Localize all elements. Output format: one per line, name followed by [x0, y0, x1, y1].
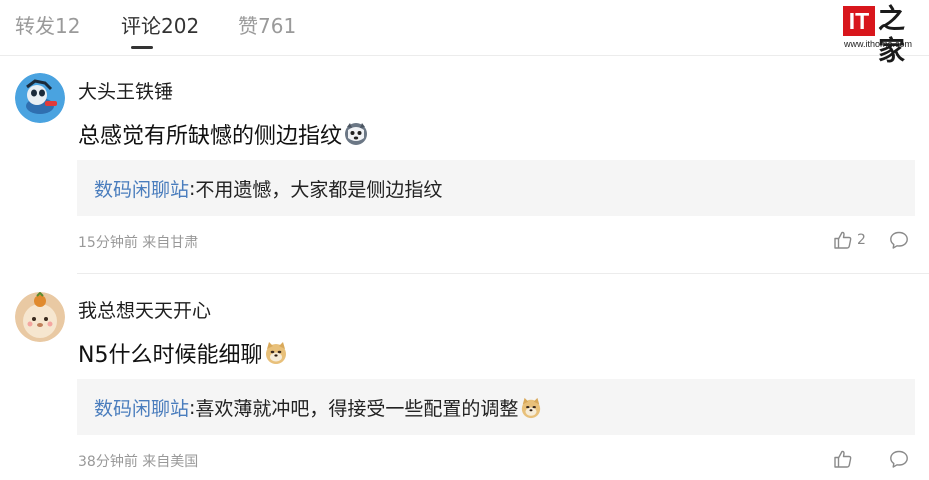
comment-meta: 38分钟前 来自美国	[78, 451, 198, 471]
comment-bubble-icon	[890, 450, 908, 468]
comment-actions: 2	[833, 230, 909, 250]
active-tab-indicator	[131, 46, 153, 49]
avatar[interactable]	[15, 73, 65, 123]
comment-bubble-icon	[890, 231, 908, 249]
username[interactable]: 我总想天天开心	[78, 296, 211, 323]
avatar-image-icon	[15, 292, 65, 342]
reply-box: 数码闲聊站 : 不用遗憾，大家都是侧边指纹	[77, 160, 915, 216]
thumbs-up-icon	[834, 450, 852, 468]
comment-text: N5什么时候能细聊	[78, 343, 263, 368]
like-count: 2	[857, 232, 866, 248]
tab-comments[interactable]: 评论202	[121, 10, 199, 39]
comment-location: 来自甘肃	[142, 235, 199, 251]
comment-tabs: 转发12 评论202 赞761 IT 之家 www.ithome.com	[0, 0, 929, 67]
tab-reposts[interactable]: 转发12	[15, 10, 80, 39]
comment-content: 总感觉有所缺憾的侧边指纹	[78, 118, 368, 150]
avatar-image-icon	[15, 73, 65, 123]
comment-actions	[833, 449, 909, 469]
comment-text: 总感觉有所缺憾的侧边指纹	[78, 124, 343, 149]
like-button[interactable]	[833, 449, 867, 469]
tab-likes[interactable]: 赞761	[238, 10, 296, 39]
doge-emoji-icon	[266, 342, 287, 364]
avatar[interactable]	[15, 292, 65, 342]
comment-time: 38分钟前	[78, 454, 138, 470]
like-button[interactable]: 2	[833, 230, 867, 250]
logo-mark: IT	[843, 6, 875, 36]
logo-url: www.ithome.com	[844, 39, 913, 49]
comment-location: 来自美国	[142, 454, 199, 470]
comment-time: 15分钟前	[78, 235, 138, 251]
husky-emoji-icon	[345, 123, 368, 145]
reply-box: 数码闲聊站 : 喜欢薄就冲吧，得接受一些配置的调整	[77, 379, 915, 435]
reply-text: 喜欢薄就冲吧，得接受一些配置的调整	[195, 398, 519, 420]
reply-line: 数码闲聊站 : 喜欢薄就冲吧，得接受一些配置的调整	[94, 394, 542, 421]
comment-meta: 15分钟前 来自甘肃	[78, 232, 198, 252]
comment-content: N5什么时候能细聊	[78, 337, 288, 369]
logo-name: 之家	[878, 4, 905, 67]
username[interactable]: 大头王铁锤	[78, 77, 173, 104]
reply-author[interactable]: 数码闲聊站	[94, 394, 189, 421]
reply-author[interactable]: 数码闲聊站	[94, 175, 189, 202]
reply-line: 数码闲聊站 : 不用遗憾，大家都是侧边指纹	[94, 175, 442, 202]
comment-divider	[77, 273, 929, 274]
reply-button[interactable]	[889, 449, 909, 469]
reply-text: 不用遗憾，大家都是侧边指纹	[195, 179, 443, 201]
ithome-logo: IT 之家 www.ithome.com	[843, 4, 919, 67]
doge-emoji-icon	[522, 397, 541, 418]
reply-button[interactable]	[889, 230, 909, 250]
thumbs-up-icon	[834, 231, 852, 249]
